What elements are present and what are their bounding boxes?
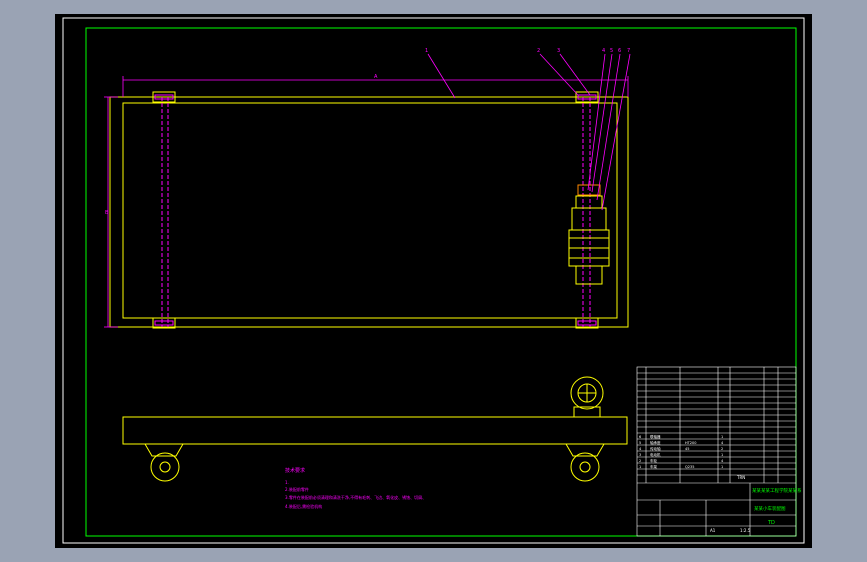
note-line-4: 4.装配后,需检验机构 xyxy=(285,503,322,509)
balloon-3: 3 xyxy=(557,48,560,54)
bom-name: 轴承座 xyxy=(650,440,661,445)
company-name: 某某某某工程学院某某系 xyxy=(752,487,802,494)
note-line-2: 2.装配前零件 xyxy=(285,486,309,492)
bom-name: 车架 xyxy=(650,464,658,469)
drawing-designation: TD xyxy=(767,520,775,526)
drawing-name: 某某小车装配图 xyxy=(754,505,786,512)
dim-label-height: B xyxy=(105,210,109,216)
bom-no: 6 xyxy=(639,435,641,439)
balloon-4: 4 xyxy=(602,48,605,54)
bom-material: 45 xyxy=(685,447,689,451)
bom-material: HT200 xyxy=(685,441,696,445)
bom-no: 3 xyxy=(639,453,641,457)
note-line-1: 1. xyxy=(285,480,289,485)
bom-name: 电动机 xyxy=(650,452,661,457)
balloon-7: 7 xyxy=(627,48,630,54)
bom-qty: 2 xyxy=(721,447,723,451)
bom-qty: 1 xyxy=(721,465,723,469)
bom-name: 传动轴 xyxy=(650,446,661,451)
note-line-3: 3.零件在装配前必须清理和清洗干净,不得有毛刺、飞边、氧化皮、锈蚀、切屑、 xyxy=(285,494,426,500)
bom-no: 5 xyxy=(639,441,641,445)
bom-no: 1 xyxy=(639,465,641,469)
bom-no: 2 xyxy=(639,459,641,463)
scale-label: 1:2.5 xyxy=(740,528,751,533)
bom-qty: 1 xyxy=(721,435,723,439)
bom-name: 车轮 xyxy=(650,458,658,463)
dim-label-width: A xyxy=(374,74,378,80)
balloon-6: 6 xyxy=(618,48,621,54)
weight-label: TRN xyxy=(736,475,745,480)
cad-drawing-canvas: A B 1 2 3 4 5 6 7 技术要求 1. 2.装配前零件 3.零件在装… xyxy=(55,14,812,548)
bom-qty: 1 xyxy=(721,453,723,457)
bom-material: Q235 xyxy=(685,465,694,469)
drawing-sheet xyxy=(55,14,812,548)
sheet-label: A1 xyxy=(710,528,716,533)
bom-name: 联轴器 xyxy=(650,434,661,439)
balloon-2: 2 xyxy=(537,48,540,54)
balloon-5: 5 xyxy=(610,48,613,54)
balloon-1: 1 xyxy=(425,48,428,54)
notes-heading: 技术要求 xyxy=(285,467,305,474)
